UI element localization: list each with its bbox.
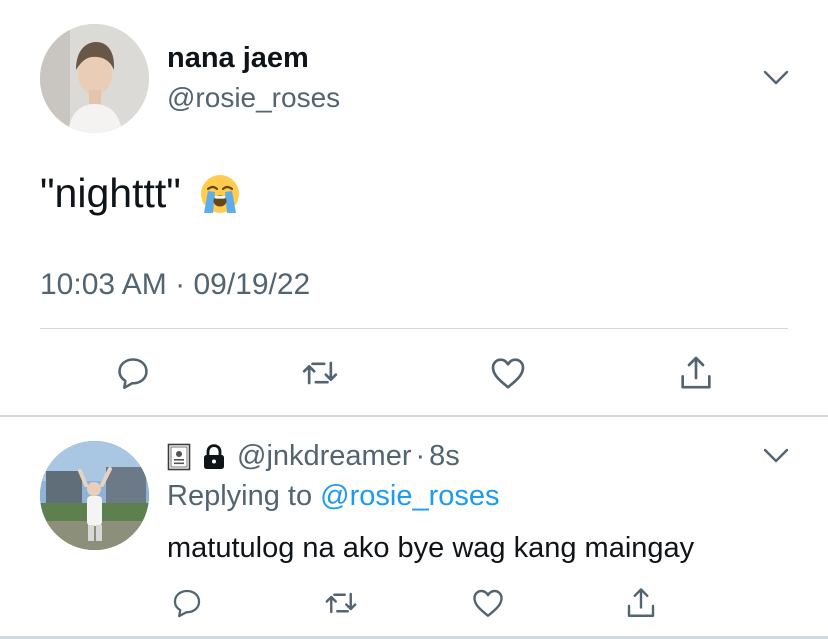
- chevron-down-icon[interactable]: [763, 70, 789, 86]
- share-icon: [681, 356, 711, 389]
- tweet-date: 09/19/22: [193, 268, 311, 301]
- user-handle[interactable]: @rosie_roses: [167, 82, 340, 114]
- retweet-icon: [325, 592, 357, 614]
- like-icon: [473, 589, 503, 617]
- reply-text: matutulog na ako bye wag kang maingay: [167, 532, 695, 564]
- like-button[interactable]: [486, 351, 530, 395]
- reply-button[interactable]: [167, 583, 207, 623]
- like-icon: [491, 358, 525, 389]
- replying-prefix: Replying to: [167, 480, 313, 512]
- reply-avatar[interactable]: [40, 441, 149, 550]
- replying-to: Replying to @rosie_roses: [167, 480, 500, 513]
- meta-separator: ·: [415, 440, 426, 472]
- meta-separator: ·: [175, 268, 186, 301]
- tweet-text: "nighttt": [40, 170, 181, 216]
- retweet-button[interactable]: [321, 583, 361, 623]
- avatar-image: [40, 441, 149, 550]
- reply-handle[interactable]: @jnkdreamer: [237, 440, 412, 473]
- reply-age[interactable]: 8s: [429, 440, 460, 473]
- loudly-crying-face-emoji: [200, 174, 239, 213]
- contact-card-emoji: [167, 443, 191, 470]
- retweet-button[interactable]: [298, 351, 342, 395]
- tweet-time: 10:03 AM: [40, 268, 167, 301]
- tweet-separator: [0, 415, 828, 417]
- avatar-image: [40, 24, 149, 133]
- share-button[interactable]: [621, 583, 661, 623]
- reply-icon: [118, 358, 148, 389]
- divider: [40, 328, 788, 329]
- avatar[interactable]: [40, 24, 149, 133]
- lock-icon: [204, 443, 224, 469]
- reply-button[interactable]: [111, 351, 155, 395]
- share-button[interactable]: [674, 351, 718, 395]
- reply-icon: [173, 589, 201, 618]
- chevron-down-icon[interactable]: [763, 448, 789, 464]
- display-name[interactable]: nana jaem: [167, 42, 309, 75]
- share-icon: [627, 588, 655, 617]
- tweet-body: "nighttt": [40, 170, 241, 217]
- like-button[interactable]: [468, 583, 508, 623]
- reply-header: @jnkdreamer · 8s: [167, 440, 460, 473]
- tweet-timestamp[interactable]: 10:03 AM · 09/19/22: [40, 268, 310, 302]
- replying-handle-link[interactable]: @rosie_roses: [320, 480, 499, 512]
- retweet-icon: [302, 361, 338, 385]
